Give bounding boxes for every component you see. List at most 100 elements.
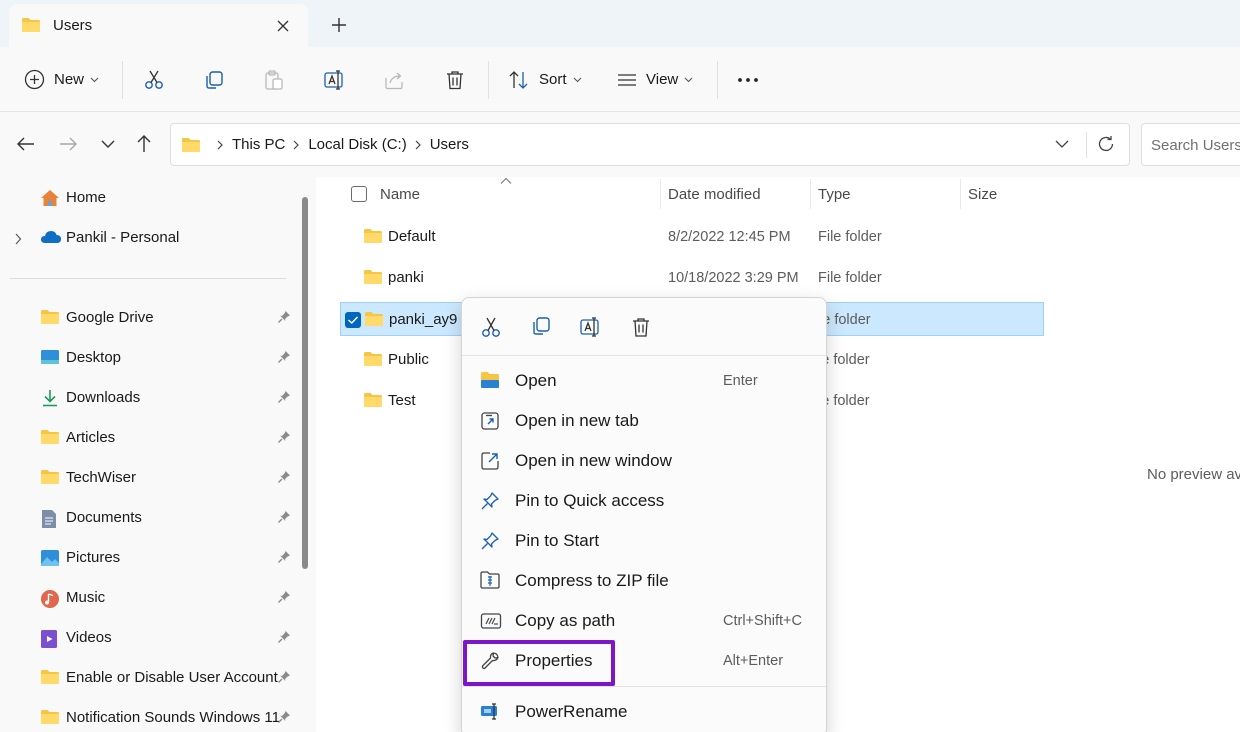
copy-button[interactable] <box>203 47 225 112</box>
sidebar-item-music[interactable]: Music <box>0 581 296 615</box>
menu-item-shortcut: Alt+Enter <box>723 653 784 669</box>
chevron-right-icon[interactable] <box>415 140 422 150</box>
delete-icon[interactable] <box>629 315 653 339</box>
sidebar-item-label: Videos <box>66 629 112 646</box>
sidebar-item-enable-or-disable-user-account[interactable]: Enable or Disable User Account <box>0 661 296 695</box>
folder-icon <box>40 309 60 327</box>
address-bar[interactable]: This PC Local Disk (C:) Users <box>170 123 1130 166</box>
rename-icon <box>323 69 347 91</box>
sidebar-item-desktop[interactable]: Desktop <box>0 341 296 375</box>
navigation-pane: Home Pankil - Personal Google Drive Deskt… <box>0 177 316 732</box>
file-name: Default <box>388 228 436 245</box>
menu-item-open[interactable]: Open Enter <box>470 363 818 399</box>
sidebar-item-onedrive[interactable]: Pankil - Personal <box>0 221 296 255</box>
column-header-size[interactable]: Size <box>968 186 997 203</box>
new-button[interactable]: New <box>24 47 99 112</box>
back-icon[interactable] <box>14 132 38 156</box>
recent-locations-chevron-icon[interactable] <box>96 132 120 156</box>
pin-icon[interactable] <box>277 670 291 684</box>
view-button[interactable]: View <box>617 47 693 112</box>
search-input[interactable]: Search Users <box>1141 123 1240 166</box>
pin-icon[interactable] <box>277 390 291 404</box>
pin-icon[interactable] <box>277 350 291 364</box>
sidebar-item-documents[interactable]: Documents <box>0 501 296 535</box>
tab-users[interactable]: Users <box>9 4 308 47</box>
breadcrumb-item[interactable]: This PC <box>232 136 285 153</box>
menu-item-copy-as-path[interactable]: Copy as path Ctrl+Shift+C <box>470 603 818 639</box>
copy-path-icon <box>480 611 502 631</box>
menu-item-open-in-new-tab[interactable]: Open in new tab <box>470 403 818 439</box>
menu-item-label: Open <box>515 371 557 390</box>
cut-button[interactable] <box>143 47 165 112</box>
refresh-icon[interactable] <box>1096 134 1116 154</box>
copy-icon[interactable] <box>529 315 553 339</box>
share-button[interactable] <box>383 47 405 112</box>
row-checkbox[interactable] <box>345 312 361 328</box>
add-tab-button[interactable] <box>328 14 350 36</box>
column-header-date[interactable]: Date modified <box>668 186 761 203</box>
pin-icon[interactable] <box>277 310 291 324</box>
folder-icon <box>363 351 383 367</box>
desktop-icon <box>40 349 60 367</box>
rename-button[interactable] <box>323 47 347 112</box>
pin-icon[interactable] <box>277 510 291 524</box>
sidebar-item-downloads[interactable]: Downloads <box>0 381 296 415</box>
menu-item-powerrename[interactable]: PowerRename <box>470 694 818 730</box>
sidebar-item-pictures[interactable]: Pictures <box>0 541 296 575</box>
rename-icon[interactable] <box>579 315 603 339</box>
pin-icon[interactable] <box>277 590 291 604</box>
tab-bar: Users <box>0 0 1240 47</box>
sidebar-item-google-drive[interactable]: Google Drive <box>0 301 296 335</box>
folder-open-icon <box>480 371 500 391</box>
file-type: File folder <box>818 270 882 286</box>
column-header-name[interactable]: Name <box>380 186 420 203</box>
sidebar-item-notification-sounds-windows-11[interactable]: Notification Sounds Windows 11 <box>0 701 296 732</box>
sidebar-item-label: Downloads <box>66 389 141 406</box>
pin-icon[interactable] <box>277 430 291 444</box>
home-icon <box>40 189 60 207</box>
paste-button[interactable] <box>263 47 285 112</box>
pin-icon[interactable] <box>277 550 291 564</box>
chevron-right-icon[interactable] <box>217 140 224 150</box>
sidebar-item-articles[interactable]: Articles <box>0 421 296 455</box>
menu-item-open-in-new-window[interactable]: Open in new window <box>470 443 818 479</box>
cut-icon[interactable] <box>479 315 503 339</box>
sidebar-item-techwiser[interactable]: TechWiser <box>0 461 296 495</box>
sidebar-item-label: Desktop <box>66 349 122 366</box>
menu-item-compress-to-zip-file[interactable]: Compress to ZIP file <box>470 563 818 599</box>
chevron-right-icon[interactable] <box>293 140 300 150</box>
sidebar-item-videos[interactable]: Videos <box>0 621 296 655</box>
delete-button[interactable] <box>444 47 466 112</box>
sort-button[interactable]: Sort <box>508 47 582 112</box>
file-row[interactable]: Default 8/2/2022 12:45 PM File folder <box>340 220 1044 254</box>
more-button[interactable] <box>737 47 759 112</box>
menu-item-label: Copy as path <box>515 611 616 630</box>
paste-icon <box>263 69 285 91</box>
select-all-checkbox[interactable] <box>351 186 367 202</box>
column-divider[interactable] <box>810 179 811 209</box>
menu-item-pin-to-start[interactable]: Pin to Start <box>470 523 818 559</box>
file-row[interactable]: panki 10/18/2022 3:29 PM File folder <box>340 261 1044 295</box>
forward-icon[interactable] <box>56 132 80 156</box>
address-history-chevron-icon[interactable] <box>1054 136 1070 152</box>
new-label: New <box>54 71 85 88</box>
pin-icon[interactable] <box>277 630 291 644</box>
column-header-type[interactable]: Type <box>818 186 851 203</box>
menu-item-pin-to-quick-access[interactable]: Pin to Quick access <box>470 483 818 519</box>
zip-icon <box>480 571 500 591</box>
sidebar-item-home[interactable]: Home <box>0 181 296 215</box>
folder-icon <box>363 269 383 285</box>
up-icon[interactable] <box>132 132 156 156</box>
pin-icon[interactable] <box>277 470 291 484</box>
sidebar-scrollbar[interactable] <box>302 197 308 569</box>
onedrive-cloud-icon <box>40 229 61 247</box>
close-icon[interactable] <box>272 15 294 37</box>
powerrename-icon <box>480 702 500 722</box>
breadcrumb-item[interactable]: Local Disk (C:) <box>308 136 406 153</box>
pin-icon[interactable] <box>277 710 291 724</box>
sidebar-item-label: Documents <box>66 509 142 526</box>
folder-icon <box>181 137 201 153</box>
breadcrumb-item[interactable]: Users <box>430 136 469 153</box>
column-divider[interactable] <box>960 179 961 209</box>
column-divider[interactable] <box>660 179 661 209</box>
